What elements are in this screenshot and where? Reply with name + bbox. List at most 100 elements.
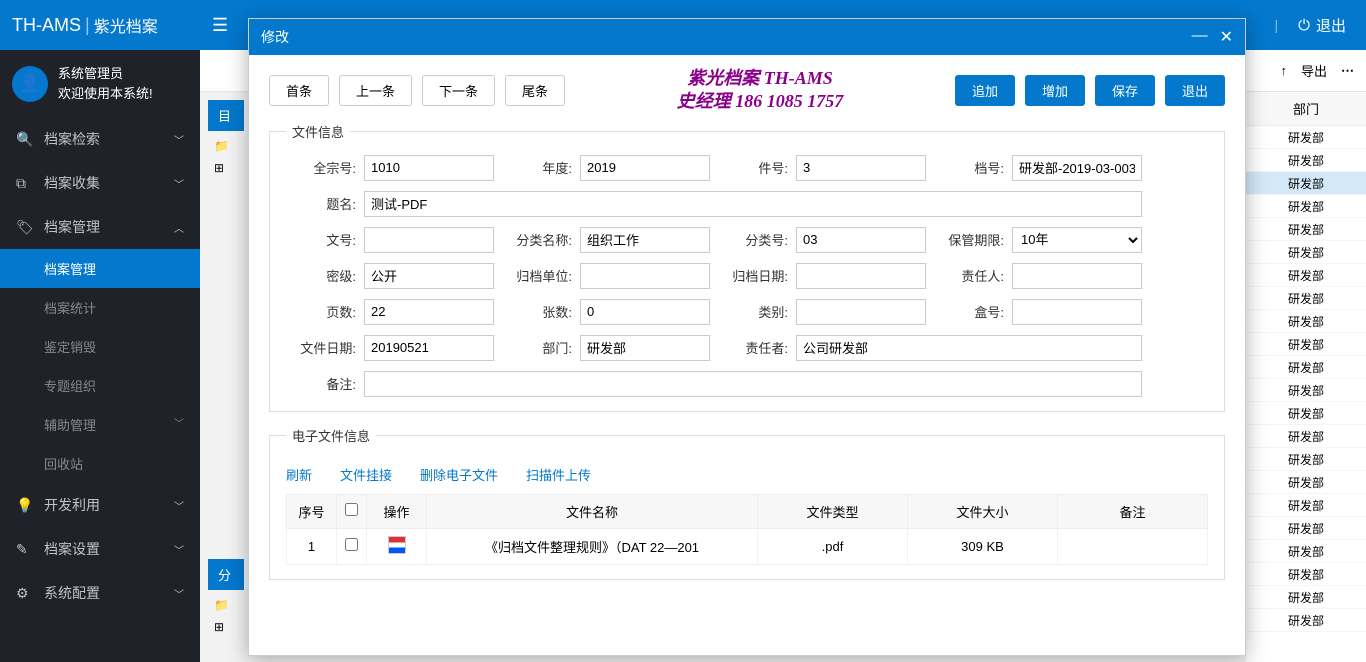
header-right: | ⏻ 退出 xyxy=(1274,15,1366,36)
input-zs[interactable] xyxy=(580,299,710,325)
table-row[interactable]: 研发部 xyxy=(1246,425,1366,448)
input-flmc[interactable] xyxy=(580,227,710,253)
save-button[interactable]: 保存 xyxy=(1095,75,1155,106)
input-gdrq[interactable] xyxy=(796,263,926,289)
label-bgqx: 保管期限: xyxy=(934,230,1004,249)
input-wjrq[interactable] xyxy=(364,335,494,361)
input-jh[interactable] xyxy=(796,155,926,181)
nav-label: 系统配置 xyxy=(44,583,100,603)
sidebar-item[interactable]: 💡开发利用﹀ xyxy=(0,483,200,527)
minimize-icon[interactable]: — xyxy=(1192,27,1208,47)
tab-catalog[interactable]: 目 xyxy=(208,100,244,131)
input-zrz[interactable] xyxy=(796,335,1142,361)
input-flh[interactable] xyxy=(796,227,926,253)
table-row[interactable]: 研发部 xyxy=(1246,448,1366,471)
sidebar-item[interactable]: ⧉档案收集﹀ xyxy=(0,161,200,205)
input-lb[interactable] xyxy=(796,299,926,325)
table-row[interactable]: 研发部 xyxy=(1246,379,1366,402)
table-row[interactable]: 研发部 xyxy=(1246,149,1366,172)
close-icon[interactable]: ✕ xyxy=(1220,27,1233,47)
exit-button[interactable]: 退出 xyxy=(1165,75,1225,106)
input-ys[interactable] xyxy=(364,299,494,325)
table-row[interactable]: 研发部 xyxy=(1246,609,1366,632)
folder-icon[interactable]: 📁 xyxy=(208,135,244,157)
tab-category[interactable]: 分 xyxy=(208,559,244,590)
sidebar-sub-item[interactable]: 档案统计 xyxy=(0,288,200,327)
input-mj[interactable] xyxy=(364,263,494,289)
table-row[interactable]: 研发部 xyxy=(1246,241,1366,264)
sidebar-sub-item[interactable]: 鉴定销毁 xyxy=(0,327,200,366)
hamburger-icon[interactable]: ☰ xyxy=(212,15,228,36)
sidebar-sub-item[interactable]: 回收站 xyxy=(0,444,200,483)
table-row[interactable]: 研发部 xyxy=(1246,494,1366,517)
input-bm[interactable] xyxy=(580,335,710,361)
label-qzh: 全宗号: xyxy=(286,158,356,177)
table-row[interactable]: 研发部 xyxy=(1246,356,1366,379)
table-row[interactable]: 研发部 xyxy=(1246,172,1366,195)
input-nd[interactable] xyxy=(580,155,710,181)
efile-th-type: 文件类型 xyxy=(758,494,908,528)
table-row[interactable]: 研发部 xyxy=(1246,517,1366,540)
select-bgqx[interactable]: 10年 xyxy=(1012,227,1142,253)
sidebar-sub-item[interactable]: 辅助管理﹀ xyxy=(0,405,200,444)
sidebar-item[interactable]: ⚙系统配置﹀ xyxy=(0,571,200,615)
input-wh[interactable] xyxy=(364,227,494,253)
table-row[interactable]: 研发部 xyxy=(1246,218,1366,241)
input-dh[interactable] xyxy=(1012,155,1142,181)
efile-refresh[interactable]: 刷新 xyxy=(286,465,312,484)
next-record-button[interactable]: 下一条 xyxy=(422,75,495,106)
last-record-button[interactable]: 尾条 xyxy=(505,75,565,106)
sidebar-item[interactable]: 🔍档案检索﹀ xyxy=(0,117,200,161)
file-thumb-icon[interactable] xyxy=(388,536,406,554)
prev-record-button[interactable]: 上一条 xyxy=(339,75,412,106)
nav-label: 开发利用 xyxy=(44,495,100,515)
efile-scan[interactable]: 扫描件上传 xyxy=(526,465,591,484)
table-row[interactable]: 研发部 xyxy=(1246,586,1366,609)
label-ys: 页数: xyxy=(286,302,356,321)
table-row[interactable]: 研发部 xyxy=(1246,540,1366,563)
avatar: 👤 xyxy=(12,66,48,102)
first-record-button[interactable]: 首条 xyxy=(269,75,329,106)
expand-icon-2[interactable]: ⊞ xyxy=(208,616,244,638)
efile-delete[interactable]: 删除电子文件 xyxy=(420,465,498,484)
table-row[interactable]: 研发部 xyxy=(1246,310,1366,333)
logout-label: 退出 xyxy=(1316,15,1346,36)
folder-icon-2[interactable]: 📁 xyxy=(208,594,244,616)
label-bz: 备注: xyxy=(286,374,356,393)
table-row[interactable]: 研发部 xyxy=(1246,402,1366,425)
add-button[interactable]: 增加 xyxy=(1025,75,1085,106)
efile-row[interactable]: 1 《归档文件整理规则》（DAT 22—201 .pdf 309 KB xyxy=(287,528,1208,564)
input-gddw[interactable] xyxy=(580,263,710,289)
efile-check-all[interactable] xyxy=(345,503,358,516)
user-text: 系统管理员 欢迎使用本系统! xyxy=(58,64,153,103)
logo-divider: | xyxy=(85,15,90,36)
input-hh[interactable] xyxy=(1012,299,1142,325)
watermark: 紫光档案 TH-AMS 史经理 186 1085 1757 xyxy=(575,67,945,114)
file-info-fieldset: 文件信息 全宗号: 年度: 件号: 档号: 题名: 文号: 分类名称: 分类号:… xyxy=(269,122,1225,412)
export-button[interactable]: 导出 xyxy=(1301,61,1327,80)
logout-button[interactable]: ⏻ 退出 xyxy=(1298,15,1346,36)
table-row[interactable]: 研发部 xyxy=(1246,471,1366,494)
table-row[interactable]: 研发部 xyxy=(1246,126,1366,149)
table-row[interactable]: 研发部 xyxy=(1246,287,1366,310)
expand-icon[interactable]: ⊞ xyxy=(208,157,244,179)
file-info-legend: 文件信息 xyxy=(286,122,350,141)
table-row[interactable]: 研发部 xyxy=(1246,264,1366,287)
efile-actions: 刷新 文件挂接 删除电子文件 扫描件上传 xyxy=(286,459,1208,494)
sidebar-sub-item[interactable]: 专题组织 xyxy=(0,366,200,405)
sidebar-item[interactable]: 🏷档案管理︿ xyxy=(0,205,200,249)
input-tm[interactable] xyxy=(364,191,1142,217)
row-checkbox[interactable] xyxy=(345,538,358,551)
efile-attach[interactable]: 文件挂接 xyxy=(340,465,392,484)
sidebar-sub-item[interactable]: 档案管理 xyxy=(0,249,200,288)
input-qzh[interactable] xyxy=(364,155,494,181)
table-row[interactable]: 研发部 xyxy=(1246,333,1366,356)
append-button[interactable]: 追加 xyxy=(955,75,1015,106)
sidebar-item[interactable]: ✎档案设置﹀ xyxy=(0,527,200,571)
table-row[interactable]: 研发部 xyxy=(1246,563,1366,586)
label-gddw: 归档单位: xyxy=(502,266,572,285)
more-icon[interactable]: ⋯ xyxy=(1341,63,1354,79)
input-zrr[interactable] xyxy=(1012,263,1142,289)
input-bz[interactable] xyxy=(364,371,1142,397)
table-row[interactable]: 研发部 xyxy=(1246,195,1366,218)
